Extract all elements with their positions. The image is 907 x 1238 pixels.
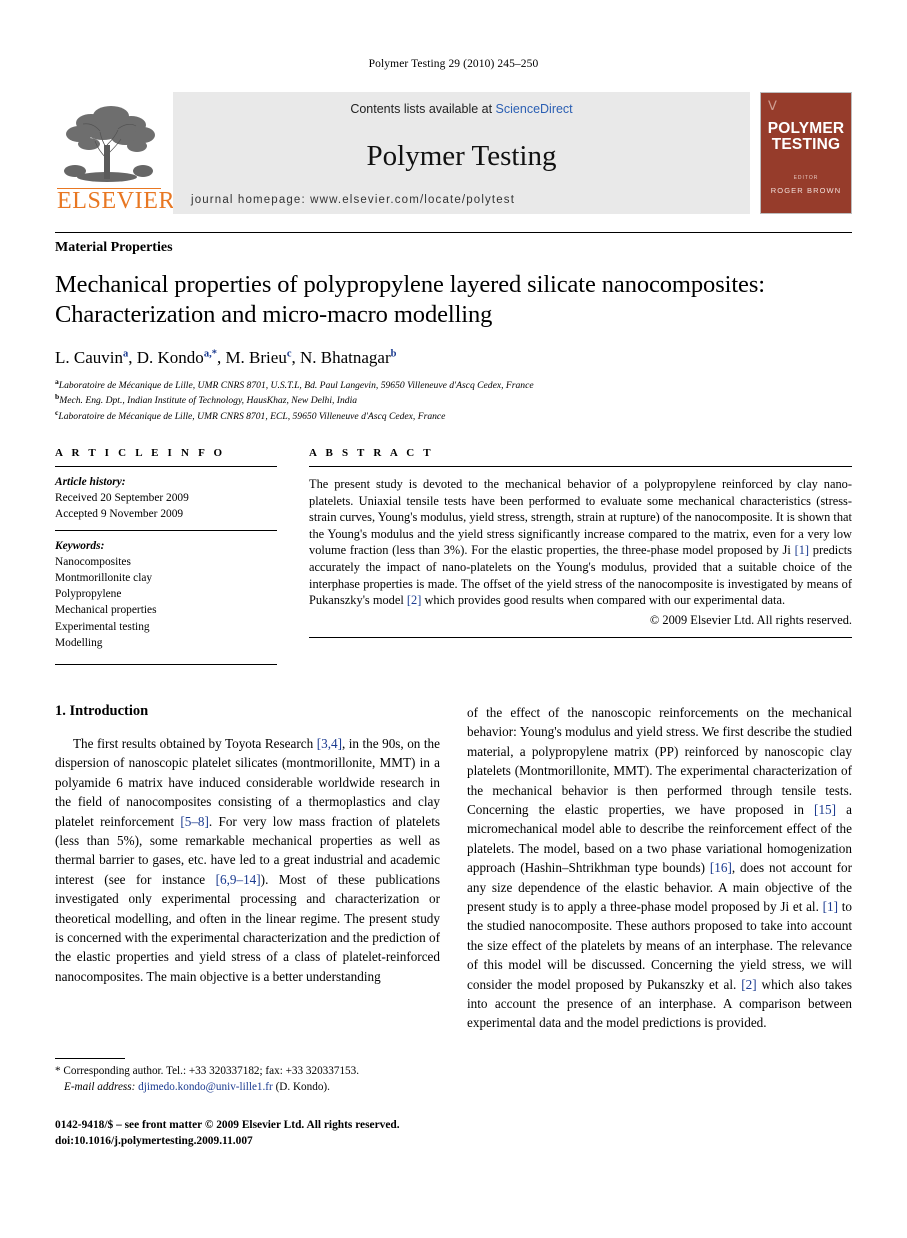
author-name: M. Brieu bbox=[225, 347, 287, 367]
elsevier-tree-icon bbox=[64, 105, 155, 182]
elsevier-wordmark: ELSEVIER bbox=[57, 187, 176, 214]
citation-link[interactable]: [2] bbox=[741, 977, 756, 992]
email-suffix: (D. Kondo). bbox=[272, 1080, 330, 1093]
keyword-item: Modelling bbox=[55, 636, 103, 649]
keyword-item: Experimental testing bbox=[55, 620, 150, 633]
section-heading-introduction: 1. Introduction bbox=[55, 702, 149, 719]
cover-title-line2: TESTING bbox=[771, 135, 841, 153]
email-link[interactable]: djimedo.kondo@univ-lille1.fr bbox=[138, 1081, 273, 1093]
body-columns: 1. Introduction The first results obtain… bbox=[55, 703, 852, 1033]
footnote-line-email: E-mail address: djimedo.kondo@univ-lille… bbox=[55, 1080, 440, 1096]
author-affiliation-mark[interactable]: a,* bbox=[204, 348, 217, 359]
abstract-copyright: © 2009 Elsevier Ltd. All rights reserved… bbox=[649, 612, 852, 627]
author-name: L. Cauvin bbox=[55, 347, 123, 367]
abstract-text: The present study is devoted to the mech… bbox=[309, 467, 852, 609]
author-name: N. Bhatnagar bbox=[300, 347, 391, 367]
email-label: E-mail address: bbox=[64, 1080, 136, 1093]
footnote-divider bbox=[55, 1058, 125, 1059]
cover-editor-label: EDITOR bbox=[793, 174, 819, 181]
paragraph-part: The first results obtained by Toyota Res… bbox=[73, 735, 317, 751]
cover-title: POLYMER TESTING bbox=[768, 121, 845, 153]
affiliation-item: cLaboratoire de Mécanique de Lille, UMR … bbox=[55, 408, 852, 423]
citation-link[interactable]: [3,4] bbox=[317, 736, 342, 751]
journal-title: Polymer Testing bbox=[366, 139, 557, 172]
article-history-block: Article history: Received 20 September 2… bbox=[55, 467, 277, 523]
keywords-block: Keywords: Nanocomposites Montmorillonite… bbox=[55, 531, 277, 651]
journal-masthead: ELSEVIER Contents lists available at Sci… bbox=[55, 92, 852, 214]
keywords-label: Keywords: bbox=[55, 539, 105, 552]
affiliation-list: aLaboratoire de Mécanique de Lille, UMR … bbox=[55, 377, 852, 423]
footnote-line-corresponding: * Corresponding author. Tel.: +33 320337… bbox=[55, 1064, 440, 1080]
running-head: Polymer Testing 29 (2010) 245–250 bbox=[368, 58, 539, 70]
paragraph: The first results obtained by Toyota Res… bbox=[55, 734, 440, 986]
author-name: D. Kondo bbox=[136, 347, 204, 367]
article-title-line1: Mechanical properties of polypropylene l… bbox=[55, 271, 765, 298]
abstract-part: which provides good results when compare… bbox=[421, 593, 786, 608]
affiliation-text: Laboratoire de Mécanique de Lille, UMR C… bbox=[58, 379, 534, 391]
citation-link[interactable]: [1] bbox=[795, 543, 809, 557]
author-separator: , bbox=[291, 347, 300, 367]
paragraph: of the effect of the nanoscopic reinforc… bbox=[467, 703, 852, 1033]
affiliation-item: aLaboratoire de Mécanique de Lille, UMR … bbox=[55, 377, 852, 392]
author-entry: D. Kondoa,*, bbox=[137, 348, 226, 367]
contents-prefix: Contents lists available at bbox=[350, 102, 496, 116]
citation-link[interactable]: [6,9–14] bbox=[216, 872, 261, 887]
contents-available-line: Contents lists available at ScienceDirec… bbox=[173, 102, 750, 116]
cover-editor-name: ROGER BROWN bbox=[770, 185, 842, 195]
page-footer: 0142-9418/$ – see front matter © 2009 El… bbox=[55, 1118, 475, 1149]
journal-cover-thumbnail: Ⅴ POLYMER TESTING EDITOR ROGER BROWN bbox=[760, 92, 852, 214]
abstract-heading: A B S T R A C T bbox=[309, 447, 434, 460]
elsevier-tree-mark-icon: Ⅴ bbox=[768, 98, 777, 113]
article-history-label: Article history: bbox=[55, 476, 126, 489]
abstract-rule-bottom bbox=[309, 636, 852, 638]
affiliation-text: Mech. Eng. Dpt., Indian Institute of Tec… bbox=[59, 395, 358, 407]
article-info-heading: A R T I C L E I N F O bbox=[55, 447, 226, 460]
article-page: Polymer Testing 29 (2010) 245–250 ELSEVI… bbox=[0, 0, 907, 1238]
author-list: L. Cauvina, D. Kondoa,*, M. Brieuc, N. B… bbox=[55, 348, 852, 368]
author-separator: , bbox=[128, 347, 137, 367]
citation-link[interactable]: [15] bbox=[814, 802, 836, 817]
citation-link[interactable]: [16] bbox=[710, 860, 732, 875]
keyword-item: Montmorillonite clay bbox=[55, 571, 153, 584]
paragraph-part: ). Most of these publications investigat… bbox=[55, 871, 440, 984]
footnote-corresponding-text: Corresponding author. Tel.: +33 32033718… bbox=[60, 1065, 360, 1077]
keyword-item: Nanocomposites bbox=[55, 555, 131, 568]
abstract-part: The present study is devoted to the mech… bbox=[309, 477, 852, 558]
citation-link[interactable]: [1] bbox=[823, 899, 838, 914]
article-title-line2: Characterization and micro-macro modelli… bbox=[55, 300, 493, 328]
body-column-right: of the effect of the nanoscopic reinforc… bbox=[467, 703, 852, 1033]
masthead-center-panel: Contents lists available at ScienceDirec… bbox=[173, 92, 750, 214]
affiliation-item: bMech. Eng. Dpt., Indian Institute of Te… bbox=[55, 392, 852, 407]
author-entry: L. Cauvina, bbox=[55, 348, 137, 367]
keyword-item: Mechanical properties bbox=[55, 604, 157, 617]
article-history-item: Accepted 9 November 2009 bbox=[55, 508, 184, 521]
author-entry: M. Brieuc, bbox=[225, 348, 300, 367]
author-affiliation-mark[interactable]: b bbox=[391, 348, 397, 359]
author-entry: N. Bhatnagarb bbox=[300, 348, 396, 367]
keyword-item: Polypropylene bbox=[55, 588, 122, 601]
sciencedirect-link[interactable]: ScienceDirect bbox=[496, 102, 573, 116]
corresponding-author-footnote: * Corresponding author. Tel.: +33 320337… bbox=[55, 1058, 440, 1096]
citation-link[interactable]: [5–8] bbox=[180, 814, 209, 829]
page-title: Mechanical properties of polypropylene l… bbox=[55, 270, 852, 330]
paragraph-part: of the effect of the nanoscopic reinforc… bbox=[467, 704, 852, 817]
article-info-column: A R T I C L E I N F O Article history: R… bbox=[55, 447, 277, 665]
cover-title-line1: POLYMER bbox=[767, 120, 845, 137]
elsevier-logo: ELSEVIER bbox=[55, 92, 176, 214]
info-abstract-row: A R T I C L E I N F O Article history: R… bbox=[55, 447, 852, 665]
abstract-column: A B S T R A C T The present study is dev… bbox=[309, 447, 852, 665]
issn-frontmatter-line: 0142-9418/$ – see front matter © 2009 El… bbox=[55, 1119, 400, 1131]
article-history-item: Received 20 September 2009 bbox=[55, 492, 189, 505]
doi-line[interactable]: doi:10.1016/j.polymertesting.2009.11.007 bbox=[55, 1134, 475, 1150]
body-column-left: 1. Introduction The first results obtain… bbox=[55, 703, 440, 1033]
article-info-rule-bottom bbox=[55, 663, 277, 665]
article-section-label: Material Properties bbox=[55, 240, 173, 255]
journal-homepage-link[interactable]: journal homepage: www.elsevier.com/locat… bbox=[173, 194, 750, 206]
citation-link[interactable]: [2] bbox=[407, 593, 421, 607]
affiliation-text: Laboratoire de Mécanique de Lille, UMR C… bbox=[58, 410, 446, 422]
